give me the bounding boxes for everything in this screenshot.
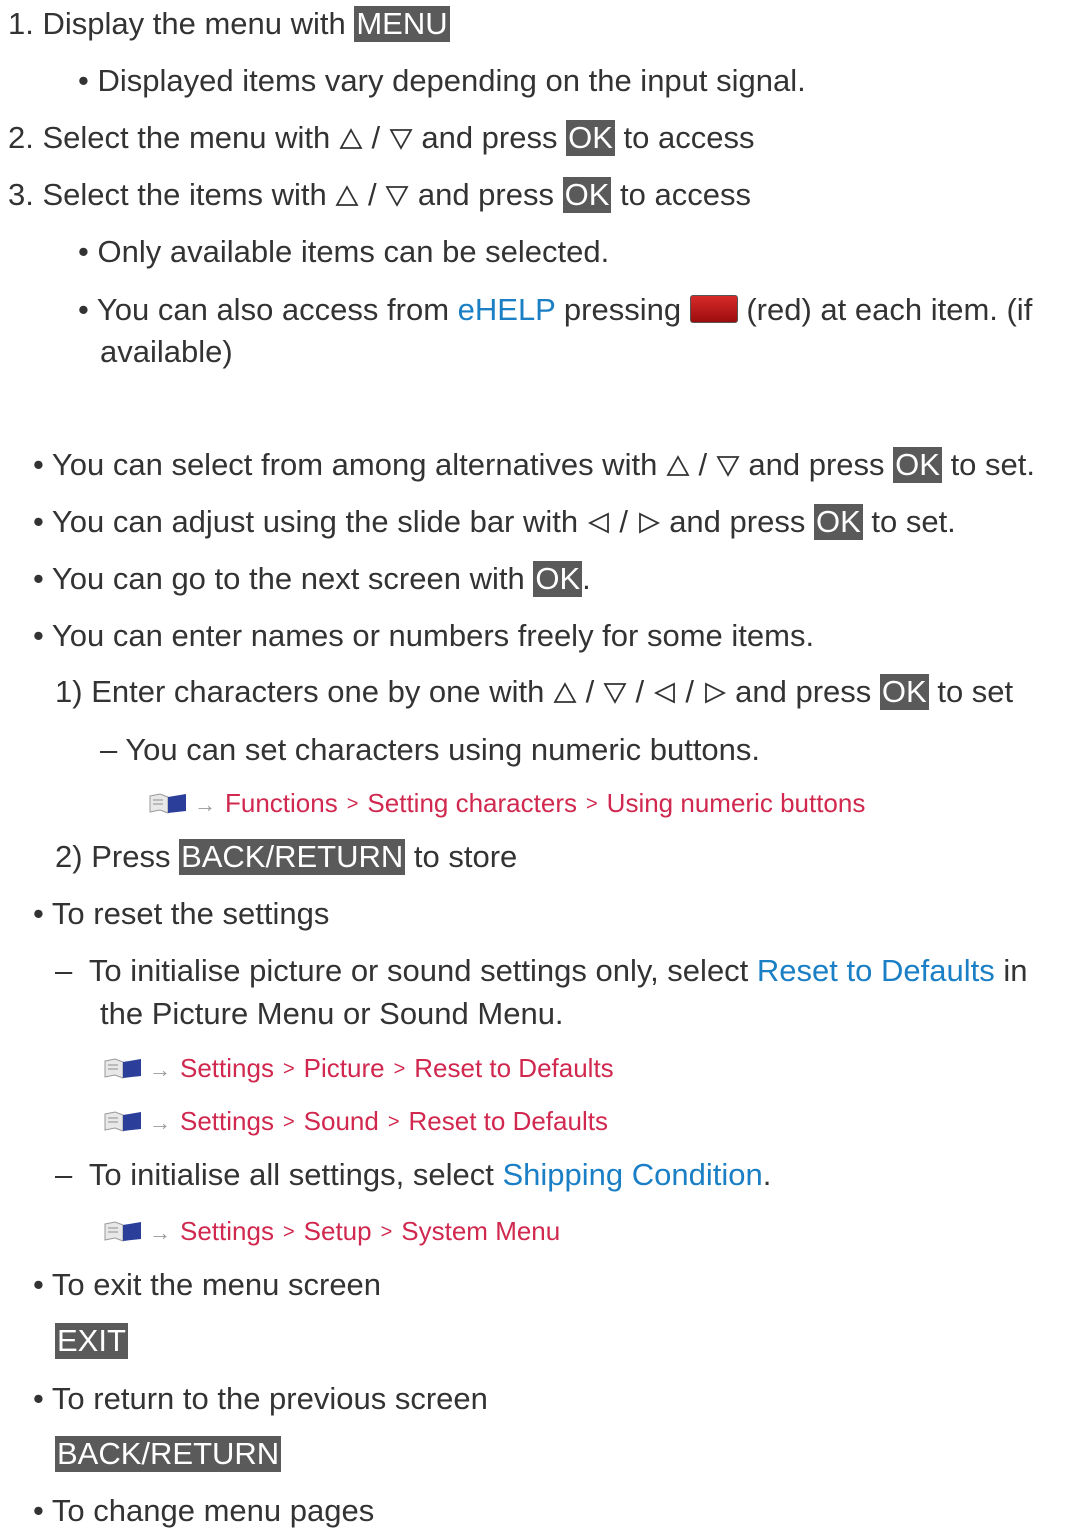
up-triangle-icon [666,455,690,477]
back-return-key: BACK/RETURN [179,839,406,875]
sub-step-press-back: 2) Press BACK/RETURN to store [55,839,518,875]
return-key-line: BACK/RETURN [55,1436,282,1472]
bullet-reset-settings: • To reset the settings [33,896,330,931]
down-triangle-icon [716,455,740,477]
bullet-alternatives: • You can select from among alternatives… [33,447,1035,483]
ehelp-path-functions[interactable]: → Functions > Setting characters > Using nume… [148,788,865,821]
bullet-change-pages: • To change menu pages [33,1493,375,1528]
bullet-return-previous: • To return to the previous screen [33,1381,488,1416]
right-triangle-icon [637,512,661,534]
reset-picture-sound-note: – To initialise picture or sound setting… [55,953,1028,988]
red-button-icon [689,295,738,323]
exit-key-line: EXIT [55,1323,128,1359]
left-triangle-icon [587,512,611,534]
shipping-condition-link[interactable]: Shipping Condition [502,1157,762,1192]
ehelp-book-icon [103,1109,143,1132]
down-triangle-icon [603,682,627,704]
bullet-slide-bar: • You can adjust using the slide bar wit… [33,504,956,540]
ehelp-book-icon [103,1056,143,1079]
reset-picture-sound-note-cont: the Picture Menu or Sound Menu. [100,996,564,1031]
ehelp-book-icon [148,791,188,814]
reset-all-note: – To initialise all settings, select Shi… [55,1157,772,1192]
step-3-note-available: • Only available items can be selected. [78,234,610,269]
sub-step-enter-characters: 1) Enter characters one by one with / / … [55,674,1014,710]
numeric-buttons-note: – You can set characters using numeric b… [100,732,761,767]
bullet-exit-menu: • To exit the menu screen [33,1267,382,1302]
exit-key: EXIT [55,1323,128,1359]
left-triangle-icon [653,682,677,704]
step-3-note-ehelp: • You can also access from eHELP pressin… [78,292,1033,327]
ok-key: OK [566,120,615,156]
ehelp-path-picture[interactable]: → Settings > Picture > Reset to Defaults [103,1053,614,1086]
ok-key: OK [879,674,929,710]
step-number: 1. [8,6,34,41]
step-3: 3. Select the items with / and press OK … [8,177,751,213]
ehelp-path-sound[interactable]: → Settings > Sound > Reset to Defaults [103,1106,608,1139]
ok-key: OK [562,177,612,213]
ehelp-link[interactable]: eHELP [458,292,556,327]
down-triangle-icon [389,128,413,150]
step-text: Display the menu with [42,6,355,41]
back-return-key: BACK/RETURN [55,1436,282,1472]
down-triangle-icon [385,185,409,207]
up-triangle-icon [339,128,363,150]
ok-key: OK [893,447,942,483]
step-2: 2. Select the menu with / and press OK t… [8,120,755,156]
up-triangle-icon [335,185,359,207]
right-triangle-icon [703,682,727,704]
menu-key: MENU [354,6,450,42]
ok-key: OK [533,561,583,597]
bullet-enter-names: • You can enter names or numbers freely … [33,618,815,653]
up-triangle-icon [553,682,577,704]
ehelp-path-system[interactable]: → Settings > Setup > System Menu [103,1216,560,1249]
bullet-next-screen: • You can go to the next screen with OK. [33,561,591,597]
ok-key: OK [813,504,863,540]
reset-to-defaults-link[interactable]: Reset to Defaults [757,953,995,988]
step-1-note: • Displayed items vary depending on the … [78,63,806,98]
step-3-note-ehelp-cont: available) [100,334,233,369]
ehelp-book-icon [103,1219,143,1242]
step-1: 1. Display the menu with MENU [8,6,450,42]
